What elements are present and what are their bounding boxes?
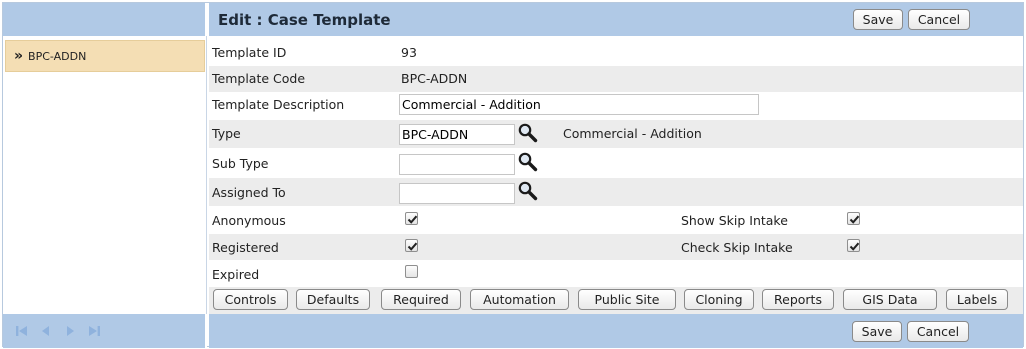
check-skip-intake-checkbox[interactable] [847, 239, 860, 252]
sidebar-item-bpc-addn[interactable]: » BPC-ADDN [5, 40, 205, 72]
expired-label: Expired [212, 267, 260, 282]
page-title: Edit : Case Template [218, 11, 391, 29]
anonymous-label: Anonymous [212, 213, 286, 228]
registered-label: Registered [212, 240, 279, 255]
row-sub-type: Sub Type [209, 149, 1023, 177]
last-page-icon[interactable] [87, 324, 101, 338]
template-code-value: BPC-ADDN [401, 71, 468, 86]
case-template-editor: » BPC-ADDN Edit : Case Template Save Can… [2, 2, 1024, 348]
template-code-label: Template Code [212, 71, 306, 86]
check-skip-intake-label: Check Skip Intake [681, 240, 793, 255]
save-button[interactable]: Save [853, 9, 903, 30]
gis-data-button[interactable]: GIS Data [843, 289, 937, 310]
first-page-icon[interactable] [15, 324, 29, 338]
search-icon[interactable] [517, 151, 539, 173]
required-button[interactable]: Required [381, 289, 461, 310]
template-description-input[interactable] [399, 94, 759, 115]
row-registered: Registered Check Skip Intake [209, 234, 1023, 260]
footer-save-button[interactable]: Save [852, 321, 902, 342]
assigned-to-label: Assigned To [212, 185, 286, 200]
cancel-button[interactable]: Cancel [908, 9, 970, 30]
template-form: Template ID 93 Template Code BPC-ADDN Te… [209, 36, 1023, 314]
double-chevron-right-icon: » [14, 48, 24, 64]
row-type: Type Commercial - Addition [209, 120, 1023, 148]
row-template-code: Template Code BPC-ADDN [209, 66, 1023, 92]
search-icon[interactable] [517, 122, 539, 144]
row-anonymous: Anonymous Show Skip Intake [209, 207, 1023, 233]
reports-button[interactable]: Reports [762, 289, 834, 310]
sidebar-item-label: BPC-ADDN [28, 49, 87, 63]
search-icon[interactable] [517, 180, 539, 202]
template-id-value: 93 [401, 45, 417, 60]
row-template-description: Template Description [209, 92, 1023, 118]
public-site-button[interactable]: Public Site [578, 289, 676, 310]
defaults-button[interactable]: Defaults [296, 289, 370, 310]
checkmark-icon [407, 242, 418, 251]
sub-type-label: Sub Type [212, 156, 269, 171]
assigned-to-input[interactable] [399, 183, 515, 204]
footer-cancel-button[interactable]: Cancel [907, 321, 969, 342]
type-label: Type [212, 126, 241, 141]
tab-button-row: Controls Defaults Required Automation Pu… [209, 287, 1023, 314]
expired-checkbox[interactable] [405, 265, 418, 278]
sub-type-input[interactable] [399, 154, 515, 175]
row-expired: Expired [209, 261, 1023, 287]
template-description-label: Template Description [212, 97, 345, 112]
type-input[interactable] [399, 124, 515, 145]
type-description: Commercial - Addition [563, 126, 702, 141]
template-id-label: Template ID [212, 45, 287, 60]
row-assigned-to: Assigned To [209, 178, 1023, 206]
edit-footer: Save Cancel [209, 314, 1023, 348]
controls-button[interactable]: Controls [213, 289, 288, 310]
cloning-button[interactable]: Cloning [684, 289, 754, 310]
sidebar-header [3, 3, 207, 36]
labels-button[interactable]: Labels [946, 289, 1008, 310]
show-skip-intake-checkbox[interactable] [847, 212, 860, 225]
previous-page-icon[interactable] [39, 324, 53, 338]
automation-button[interactable]: Automation [470, 289, 569, 310]
edit-header: Edit : Case Template Save Cancel [209, 3, 1023, 36]
checkmark-icon [849, 215, 860, 224]
checkmark-icon [407, 215, 418, 224]
registered-checkbox[interactable] [405, 239, 418, 252]
show-skip-intake-label: Show Skip Intake [681, 213, 788, 228]
anonymous-checkbox[interactable] [405, 212, 418, 225]
next-page-icon[interactable] [63, 324, 77, 338]
checkmark-icon [849, 242, 860, 251]
sidebar-list: » BPC-ADDN [3, 36, 207, 314]
pager [3, 314, 207, 348]
row-template-id: Template ID 93 [209, 40, 1023, 66]
